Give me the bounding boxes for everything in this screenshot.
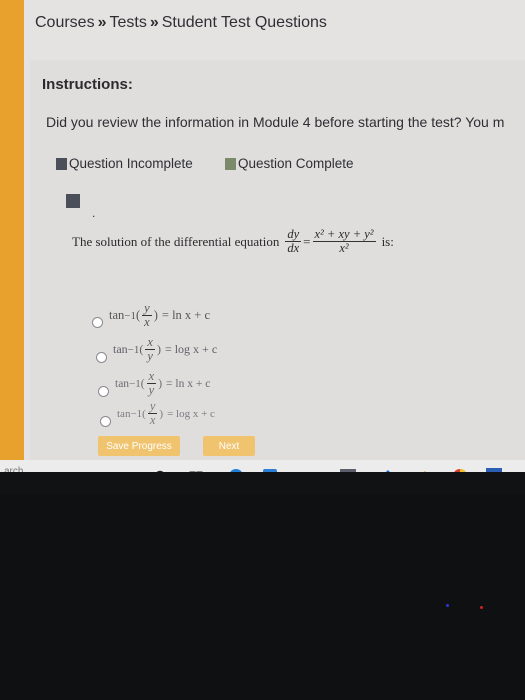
- answer-option-2[interactable]: tan −1( xy ) = log x + c: [96, 336, 217, 363]
- fraction-numerator: y: [147, 399, 158, 414]
- paren: (: [136, 308, 141, 322]
- paren: (: [140, 377, 145, 390]
- option-formula: tan −1( yx ) = ln x + c: [109, 302, 210, 329]
- option-fraction: xy: [146, 369, 157, 397]
- next-button[interactable]: Next: [203, 436, 255, 456]
- photos-icon[interactable]: [340, 469, 356, 472]
- orange-sidebar-strip: [0, 0, 24, 460]
- fraction-denominator: x: [149, 413, 156, 427]
- fraction-denominator: x: [144, 315, 150, 329]
- tan-text: tan: [117, 407, 131, 420]
- instructions-title: Instructions:: [42, 76, 133, 93]
- tan-text: tan: [113, 342, 128, 356]
- save-progress-button[interactable]: Save Progress: [98, 436, 180, 456]
- paren: ): [153, 308, 158, 322]
- tan-text: tan: [109, 308, 125, 322]
- paren: ): [156, 342, 161, 356]
- option-fraction: xy: [145, 336, 155, 363]
- paint-icon[interactable]: [414, 469, 430, 472]
- paren: ): [159, 407, 164, 420]
- equals-sign: =: [303, 233, 311, 249]
- fraction-denominator: y: [147, 349, 153, 363]
- answer-option-3[interactable]: tan −1( xy ) = ln x + c: [98, 370, 210, 397]
- question-suffix: is:: [381, 233, 394, 249]
- rhs-denominator: x²: [339, 241, 349, 255]
- edge-icon[interactable]: [228, 469, 244, 472]
- option-rhs: = log x + c: [167, 407, 215, 420]
- fraction-denominator: y: [148, 383, 155, 397]
- breadcrumb-separator: »: [97, 14, 107, 31]
- fraction-numerator: y: [142, 301, 152, 316]
- screen: Courses» Tests» Student Test Questions Ins…: [0, 0, 525, 472]
- complete-swatch-icon: [225, 157, 236, 170]
- question-status-marker[interactable]: [66, 194, 80, 208]
- inverse-exponent: −1: [127, 343, 140, 356]
- question-number-dot: .: [92, 206, 96, 220]
- breadcrumb-tests[interactable]: Tests: [109, 14, 146, 31]
- derivative-numerator: dy: [285, 227, 302, 242]
- legend-incomplete-label: Question Incomplete: [69, 156, 193, 171]
- answer-option-1[interactable]: tan −1( yx ) = ln x + c: [92, 302, 210, 329]
- breadcrumb-current-page: Student Test Questions: [161, 14, 327, 31]
- instructions-text: Did you review the information in Module…: [46, 114, 505, 130]
- radio-button[interactable]: [98, 386, 109, 397]
- option-formula: tan −1( yx ) = log x + c: [117, 400, 215, 427]
- taskbar-search-box[interactable]: arch: [4, 466, 23, 472]
- windows-taskbar: arch: [0, 460, 525, 472]
- incomplete-swatch-icon: [56, 157, 67, 170]
- option-rhs: = ln x + c: [161, 308, 211, 322]
- fraction-numerator: x: [145, 335, 155, 350]
- question-prefix: The solution of the differential equatio…: [72, 233, 280, 249]
- option-rhs: = log x + c: [164, 342, 218, 356]
- option-fraction: yx: [147, 399, 158, 427]
- cortana-icon[interactable]: [152, 469, 168, 472]
- status-led-icon: [480, 606, 483, 609]
- legend-complete-label: Question Complete: [238, 156, 354, 171]
- breadcrumb: Courses» Tests» Student Test Questions: [35, 14, 327, 32]
- radio-button[interactable]: [92, 317, 103, 328]
- maps-icon[interactable]: [376, 469, 392, 472]
- paren: (: [142, 407, 146, 420]
- inverse-exponent: −1: [124, 309, 136, 322]
- breadcrumb-separator: »: [149, 14, 159, 31]
- store-icon[interactable]: [262, 469, 278, 472]
- task-view-icon[interactable]: [188, 469, 204, 472]
- paren: ): [158, 377, 163, 390]
- legend-complete: Question Complete: [225, 156, 354, 171]
- word-icon[interactable]: [486, 468, 502, 472]
- radio-button[interactable]: [100, 416, 111, 427]
- inverse-exponent: −1: [130, 407, 143, 420]
- tan-text: tan: [115, 377, 130, 390]
- chrome-icon[interactable]: [452, 469, 468, 472]
- paren: (: [139, 342, 144, 356]
- question-text: The solution of the differential equatio…: [72, 228, 394, 255]
- inverse-exponent: −1: [129, 377, 141, 390]
- option-formula: tan −1( xy ) = log x + c: [113, 336, 217, 363]
- derivative-fraction: dy dx: [285, 227, 302, 255]
- derivative-denominator: dx: [287, 241, 300, 255]
- option-formula: tan −1( xy ) = ln x + c: [115, 370, 210, 397]
- legend-incomplete: Question Incomplete: [56, 156, 193, 171]
- answer-option-4[interactable]: tan −1( yx ) = log x + c: [100, 400, 215, 427]
- option-rhs: = ln x + c: [166, 377, 211, 390]
- radio-button[interactable]: [96, 352, 107, 363]
- rhs-numerator: x² + xy + y²: [312, 227, 376, 242]
- fraction-numerator: x: [146, 369, 157, 384]
- status-led-icon: [446, 604, 449, 607]
- breadcrumb-courses[interactable]: Courses: [35, 14, 95, 31]
- rhs-fraction: x² + xy + y² x²: [312, 227, 376, 255]
- laptop-bezel: [0, 494, 525, 700]
- option-fraction: yx: [142, 302, 152, 329]
